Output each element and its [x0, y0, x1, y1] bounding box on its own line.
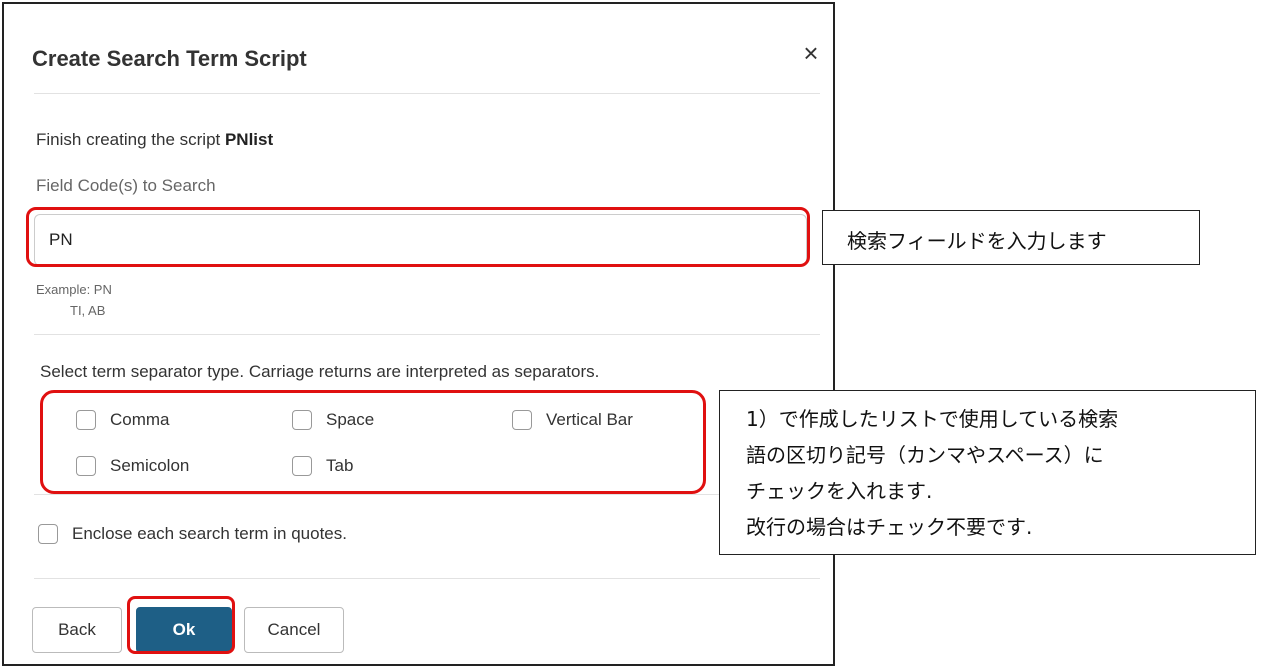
separator-vertical-bar-checkbox[interactable]: Vertical Bar — [512, 410, 633, 430]
checkbox-box[interactable] — [512, 410, 532, 430]
checkbox-box[interactable] — [76, 456, 96, 476]
checkbox-label: Comma — [110, 410, 170, 429]
separator-annotation: 1）で作成したリストで使用している検索 語の区切り記号（カンマやスペース）に チ… — [719, 390, 1256, 555]
search-term-script-dialog: Create Search Term Script × Finish creat… — [2, 2, 835, 666]
separator-comma-checkbox[interactable]: Comma — [76, 410, 170, 430]
checkbox-box[interactable] — [76, 410, 96, 430]
checkbox-label: Enclose each search term in quotes. — [72, 524, 347, 543]
close-icon[interactable]: × — [796, 38, 826, 68]
ok-button[interactable]: Ok — [136, 607, 232, 653]
checkbox-box[interactable] — [292, 410, 312, 430]
script-name: PNlist — [224, 130, 274, 149]
checkbox-label: Vertical Bar — [546, 410, 633, 429]
separator-annotation-line-1: 1）で作成したリストで使用している検索 — [746, 407, 1119, 431]
intro-text: Finish creating the script PNlist — [36, 130, 273, 150]
separator-annotation-line-4: 改行の場合はチェック不要です. — [746, 515, 1033, 539]
divider — [34, 93, 820, 94]
checkbox-label: Tab — [326, 456, 354, 475]
checkbox-box[interactable] — [38, 524, 58, 544]
field-code-label: Field Code(s) to Search — [36, 176, 216, 195]
checkbox-label: Semicolon — [110, 456, 190, 475]
divider — [34, 334, 820, 335]
separator-semicolon-checkbox[interactable]: Semicolon — [76, 456, 189, 476]
checkbox-box[interactable] — [292, 456, 312, 476]
dialog-title: Create Search Term Script — [32, 46, 307, 71]
example-line-1: Example: PN — [36, 282, 112, 297]
separator-annotation-line-2: 語の区切り記号（カンマやスペース）に — [746, 443, 1104, 467]
separator-label: Select term separator type. Carriage ret… — [40, 362, 600, 381]
checkbox-label: Space — [326, 410, 375, 429]
cancel-button[interactable]: Cancel — [244, 607, 344, 653]
separator-annotation-line-3: チェックを入れます. — [746, 479, 933, 503]
separator-space-checkbox[interactable]: Space — [292, 410, 374, 430]
field-code-input[interactable] — [34, 214, 807, 266]
field-annotation-text: 検索フィールドを入力します — [847, 229, 1107, 253]
divider — [34, 578, 820, 579]
field-example: Example: PN TI, AB — [36, 279, 112, 321]
back-button[interactable]: Back — [32, 607, 122, 653]
separator-tab-checkbox[interactable]: Tab — [292, 456, 353, 476]
field-annotation: 検索フィールドを入力します — [822, 210, 1200, 265]
divider — [34, 494, 820, 495]
intro-prefix: Finish creating the script — [36, 130, 225, 149]
enclose-quotes-checkbox[interactable]: Enclose each search term in quotes. — [38, 524, 347, 544]
example-line-2: TI, AB — [70, 303, 106, 318]
